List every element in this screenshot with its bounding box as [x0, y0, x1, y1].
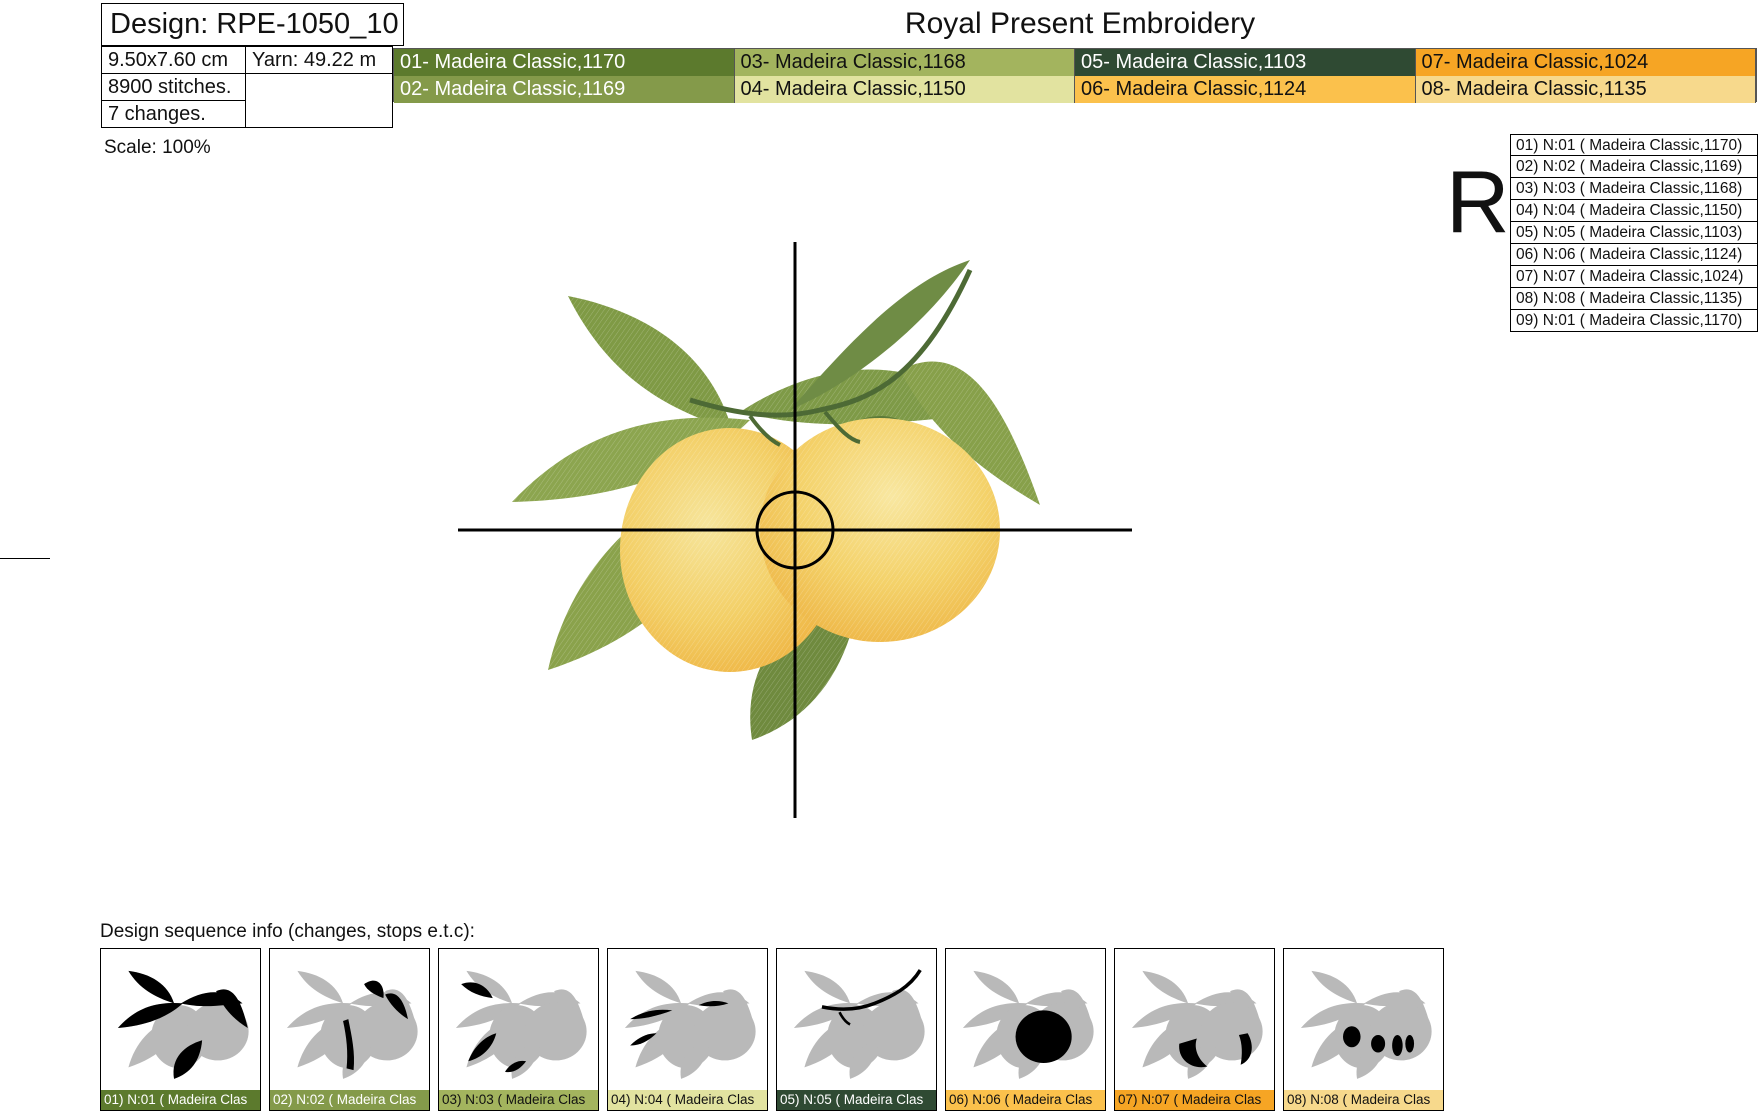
center-crosshair [458, 242, 1132, 818]
yarn-length: Yarn: 49.22 m [245, 46, 393, 74]
sequence-step-card: 04) N:04 ( Madeira Clas [607, 948, 768, 1111]
sequence-step-card: 08) N:08 ( Madeira Clas [1283, 948, 1444, 1111]
sequence-step-caption: 04) N:04 ( Madeira Clas [608, 1090, 767, 1110]
sequence-step-caption: 02) N:02 ( Madeira Clas [270, 1090, 429, 1110]
stitch-count: 8900 stitches. [101, 73, 246, 101]
sequence-step-card: 02) N:02 ( Madeira Clas [269, 948, 430, 1111]
color-swatch: 01- Madeira Classic,1170 [394, 49, 735, 76]
sequence-step-thumbnail [117, 970, 249, 1079]
thread-list-item: 05) N:05 ( Madeira Classic,1103) [1510, 222, 1758, 244]
info-empty-cell [245, 73, 393, 128]
sequence-step-thumbnail [286, 970, 418, 1079]
color-legend: 01- Madeira Classic,1170 02- Madeira Clas… [393, 48, 1757, 103]
thread-list-item: 06) N:06 ( Madeira Classic,1124) [1510, 244, 1758, 266]
sequence-step-thumbnail [455, 970, 587, 1079]
design-size: 9.50x7.60 cm [101, 46, 246, 74]
sequence-info-label: Design sequence info (changes, stops e.t… [100, 921, 475, 942]
sequence-step-card: 06) N:06 ( Madeira Clas [945, 948, 1106, 1111]
design-preview [440, 230, 1160, 835]
color-swatch: 02- Madeira Classic,1169 [394, 76, 735, 103]
thread-list-item: 07) N:07 ( Madeira Classic,1024) [1510, 266, 1758, 288]
design-info-table: 9.50x7.60 cm Yarn: 49.22 m 8900 stitches… [101, 46, 393, 128]
scale-label: Scale: 100% [104, 137, 211, 158]
sequence-step-thumbnail [1300, 970, 1432, 1079]
thread-list-item: 03) N:03 ( Madeira Classic,1168) [1510, 178, 1758, 200]
sequence-step-caption: 01) N:01 ( Madeira Clas [101, 1090, 260, 1110]
margin-tick [0, 558, 50, 559]
sequence-step-thumbnail [793, 969, 925, 1079]
company-title: Royal Present Embroidery [904, 7, 1256, 40]
thread-sequence-list: 01) N:01 ( Madeira Classic,1170) 02) N:02… [1510, 134, 1758, 332]
sequence-step-caption: 07) N:07 ( Madeira Clas [1115, 1090, 1274, 1110]
sequence-step-caption: 03) N:03 ( Madeira Clas [439, 1090, 598, 1110]
sequence-step-caption: 08) N:08 ( Madeira Clas [1284, 1090, 1443, 1110]
lemon-embroidery-illustration [458, 242, 1132, 818]
sequence-step-caption: 06) N:06 ( Madeira Clas [946, 1090, 1105, 1110]
sequence-step-card: 05) N:05 ( Madeira Clas [776, 948, 937, 1111]
sequence-step-thumbnail [962, 970, 1094, 1079]
thread-list-item: 09) N:01 ( Madeira Classic,1170) [1510, 310, 1758, 332]
thread-list-item: 01) N:01 ( Madeira Classic,1170) [1510, 134, 1758, 156]
thread-list-item: 08) N:08 ( Madeira Classic,1135) [1510, 288, 1758, 310]
sequence-step-caption: 05) N:05 ( Madeira Clas [777, 1090, 936, 1110]
sequence-step-thumbnail [624, 970, 756, 1079]
color-swatch: 05- Madeira Classic,1103 [1075, 49, 1416, 76]
rotation-indicator: R [1446, 152, 1510, 251]
color-swatch: 08- Madeira Classic,1135 [1415, 76, 1756, 103]
sequence-step-card: 07) N:07 ( Madeira Clas [1114, 948, 1275, 1111]
sequence-step-card: 03) N:03 ( Madeira Clas [438, 948, 599, 1111]
color-swatch: 07- Madeira Classic,1024 [1415, 49, 1756, 76]
color-swatch: 04- Madeira Classic,1150 [734, 76, 1075, 103]
color-changes: 7 changes. [101, 100, 246, 128]
design-title: Design: RPE-1050_10 [101, 3, 404, 46]
thread-list-item: 02) N:02 ( Madeira Classic,1169) [1510, 156, 1758, 178]
color-swatch: 06- Madeira Classic,1124 [1075, 76, 1416, 103]
color-swatch: 03- Madeira Classic,1168 [734, 49, 1075, 76]
sequence-step-thumbnail [1131, 970, 1263, 1079]
sequence-step-card: 01) N:01 ( Madeira Clas [100, 948, 261, 1111]
thread-list-item: 04) N:04 ( Madeira Classic,1150) [1510, 200, 1758, 222]
